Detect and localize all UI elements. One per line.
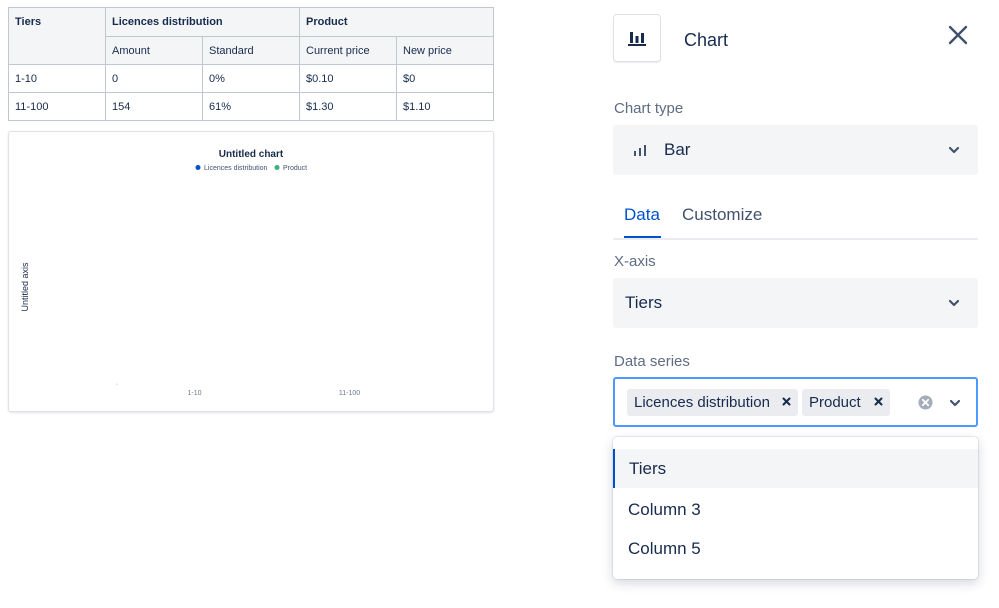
active-tab-indicator [624, 236, 661, 238]
x-tick-label: 11-100 [339, 390, 360, 397]
clear-icon[interactable] [918, 395, 933, 410]
table-cell[interactable]: $0.10 [299, 64, 397, 93]
chart-type-value: Bar [664, 140, 691, 159]
x-axis-label: X-axis [614, 253, 656, 270]
chevron-down-icon [948, 146, 960, 154]
tab-data[interactable]: Data [624, 205, 660, 225]
chart-header-icon-box [613, 14, 661, 62]
data-series-multiselect[interactable]: Licences distribution Product [613, 377, 978, 427]
bar-chart-icon [634, 145, 646, 156]
legend-label-product[interactable]: Product [283, 165, 307, 172]
legend-label-licences[interactable]: Licences distribution [204, 165, 268, 172]
table-header-row: Tiers Licences distribution Product [8, 7, 494, 65]
close-icon [948, 25, 968, 45]
table-cell[interactable]: 11-100 [8, 92, 106, 121]
table-cell[interactable]: $0 [396, 64, 494, 93]
chip-label: Product [809, 394, 861, 411]
data-table: Tiers Licences distribution Product Amou… [8, 7, 494, 121]
chart-legend: Licences distribution Product [195, 165, 307, 172]
chart-type-label: Chart type [614, 100, 684, 117]
data-series-label: Data series [614, 353, 690, 370]
header-licences-distribution[interactable]: Licences distribution [105, 7, 300, 37]
chip-licences-distribution: Licences distribution [627, 389, 798, 416]
chart-settings-panel: Chart Chart type Bar Data Customize X-ax… [613, 0, 983, 608]
header-standard[interactable]: Standard [202, 36, 300, 65]
header-amount[interactable]: Amount [105, 36, 203, 65]
menu-option-column-5[interactable]: Column 5 [613, 529, 978, 568]
x-tick-label: 1-10 [187, 390, 201, 397]
legend-swatch-product [274, 165, 280, 170]
close-button[interactable] [943, 20, 973, 50]
header-current-price[interactable]: Current price [299, 36, 397, 65]
chart-type-select[interactable]: Bar [613, 125, 978, 175]
table-cell[interactable]: $1.10 [396, 92, 494, 121]
header-new-price[interactable]: New price [396, 36, 494, 65]
table-cell[interactable]: 0% [202, 64, 300, 93]
table-cell[interactable]: 154 [105, 92, 203, 121]
tab-customize[interactable]: Customize [682, 205, 762, 225]
table-cell[interactable]: 0 [105, 64, 203, 93]
chevron-down-icon [948, 299, 960, 307]
chip-label: Licences distribution [634, 394, 770, 411]
menu-option-tiers[interactable]: Tiers [613, 449, 978, 488]
header-tiers[interactable]: Tiers [8, 7, 106, 65]
legend-swatch-licences [195, 165, 201, 170]
x-axis-ticks: 1-10 11-100 [187, 390, 360, 397]
chevron-down-icon[interactable] [949, 399, 961, 407]
bar-chart-icon [628, 32, 646, 46]
x-axis-select[interactable]: Tiers [613, 278, 978, 328]
x-axis-value: Tiers [625, 293, 663, 312]
data-series-dropdown-menu: Tiers Column 3 Column 5 [613, 437, 978, 579]
chart-title: Untitled chart [219, 149, 284, 160]
y-axis-label: Untitled axis [20, 262, 30, 312]
chart-svg: Untitled chart Licences distribution Pro… [20, 149, 360, 397]
chip-remove-icon[interactable] [781, 396, 792, 407]
tab-bar: Data Customize [613, 201, 978, 240]
header-product[interactable]: Product [299, 7, 494, 37]
x-axis-origin-tick: · [116, 381, 118, 388]
table-cell[interactable]: 1-10 [8, 64, 106, 93]
chart-card[interactable]: Untitled chart Licences distribution Pro… [8, 131, 494, 412]
table-row: 1-10 0 0% $0.10 $0 [8, 64, 494, 93]
table-cell[interactable]: 61% [202, 92, 300, 121]
table-cell[interactable]: $1.30 [299, 92, 397, 121]
menu-option-column-3[interactable]: Column 3 [613, 490, 978, 529]
table-row: 11-100 154 61% $1.30 $1.10 [8, 92, 494, 121]
chip-remove-icon[interactable] [873, 396, 884, 407]
chip-product: Product [802, 389, 890, 416]
panel-title: Chart [684, 30, 729, 50]
